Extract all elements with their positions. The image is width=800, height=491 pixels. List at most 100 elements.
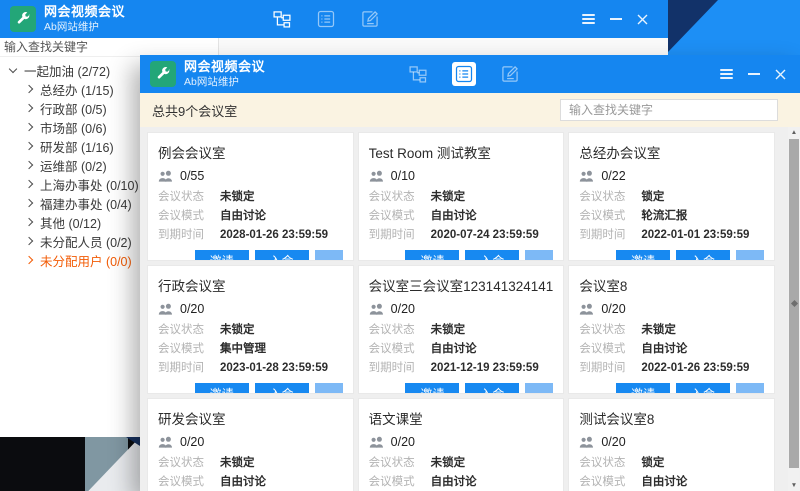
rooms-grid: 例会会议室 0/55 会议状态 未锁定 会议模式 自由讨论 到期时间 2028-… bbox=[148, 133, 774, 491]
chevron-right-icon[interactable] bbox=[25, 199, 33, 207]
room-actions: 邀请 入会 ... bbox=[369, 383, 554, 393]
more-button[interactable]: ... bbox=[736, 383, 764, 393]
app-logo bbox=[10, 6, 36, 32]
room-status-row: 会议状态 未锁定 bbox=[369, 454, 554, 473]
more-button[interactable]: ... bbox=[736, 250, 764, 260]
menu-icon[interactable] bbox=[720, 67, 733, 81]
app-subtitle: Ab网站维护 bbox=[184, 76, 265, 88]
invite-button[interactable]: 邀请 bbox=[195, 383, 249, 393]
room-expire-row: 到期时间 2028-01-26 23:59:59 bbox=[158, 226, 343, 245]
room-expire-row: 到期时间 2020-07-24 23:59:59 bbox=[369, 226, 554, 245]
room-status: 未锁定 bbox=[431, 321, 466, 340]
room-actions: 邀请 入会 ... bbox=[369, 250, 554, 260]
chevron-right-icon[interactable] bbox=[25, 104, 33, 112]
join-button[interactable]: 入会 bbox=[255, 250, 309, 260]
background-titlebar: 网会视频会议 Ab网站维护 bbox=[0, 0, 668, 38]
mode-label: 会议模式 bbox=[158, 340, 220, 359]
join-button[interactable]: 入会 bbox=[676, 383, 730, 393]
invite-button[interactable]: 邀请 bbox=[405, 383, 459, 393]
room-status: 未锁定 bbox=[641, 321, 676, 340]
list-view-icon-selected[interactable] bbox=[452, 62, 476, 86]
room-mode-row: 会议模式 自由讨论 bbox=[158, 207, 343, 226]
chevron-right-icon[interactable] bbox=[25, 123, 33, 131]
chevron-down-icon[interactable] bbox=[9, 64, 17, 72]
invite-button[interactable]: 邀请 bbox=[616, 383, 670, 393]
status-label: 会议状态 bbox=[369, 188, 431, 207]
members-icon bbox=[579, 170, 594, 183]
close-icon[interactable] bbox=[637, 14, 648, 25]
chevron-right-icon[interactable] bbox=[25, 256, 33, 264]
desktop-wallpaper-bottom-left bbox=[0, 437, 140, 491]
invite-button[interactable]: 邀请 bbox=[616, 250, 670, 260]
wrench-icon bbox=[155, 66, 172, 83]
invite-button[interactable]: 邀请 bbox=[195, 250, 249, 260]
tree-item-label: 总经办 (1/15) bbox=[40, 80, 114, 99]
members-icon bbox=[579, 436, 594, 449]
join-button[interactable]: 入会 bbox=[465, 250, 519, 260]
room-search-input[interactable] bbox=[560, 99, 778, 121]
room-expire: 2028-01-26 23:59:59 bbox=[220, 226, 328, 245]
edit-icon[interactable] bbox=[500, 64, 520, 84]
room-mode: 自由讨论 bbox=[641, 473, 687, 491]
members-icon bbox=[158, 303, 173, 316]
join-button[interactable]: 入会 bbox=[676, 250, 730, 260]
menu-icon[interactable] bbox=[582, 12, 595, 26]
room-mode: 自由讨论 bbox=[431, 207, 477, 226]
more-button[interactable]: ... bbox=[315, 250, 343, 260]
foreground-titlebar: 网会视频会议 Ab网站维护 bbox=[140, 55, 800, 93]
chevron-right-icon[interactable] bbox=[25, 218, 33, 226]
tree-search-input[interactable] bbox=[0, 39, 218, 57]
scroll-up-icon[interactable]: ▲ bbox=[788, 127, 800, 138]
room-mode-row: 会议模式 自由讨论 bbox=[579, 340, 764, 359]
toolbar bbox=[272, 0, 380, 38]
room-name: 行政会议室 bbox=[158, 275, 343, 295]
status-label: 会议状态 bbox=[158, 454, 220, 473]
room-count-summary: 总共9个会议室 bbox=[152, 101, 237, 120]
room-name: 测试会议室8 bbox=[579, 408, 764, 428]
status-label: 会议状态 bbox=[369, 454, 431, 473]
vertical-scrollbar[interactable]: ▲ ▼ bbox=[788, 127, 800, 491]
chevron-right-icon[interactable] bbox=[25, 85, 33, 93]
meeting-room-card: Test Room 测试教室 0/10 会议状态 未锁定 会议模式 自由讨论 到… bbox=[359, 133, 564, 260]
tree-item-label: 运维部 (0/2) bbox=[40, 156, 107, 175]
room-status: 未锁定 bbox=[220, 321, 255, 340]
room-occupancy-row: 0/20 bbox=[369, 435, 554, 449]
join-button[interactable]: 入会 bbox=[255, 383, 309, 393]
room-status: 锁定 bbox=[641, 454, 664, 473]
org-chart-icon[interactable] bbox=[272, 9, 292, 29]
room-mode: 自由讨论 bbox=[431, 340, 477, 359]
room-mode: 自由讨论 bbox=[431, 473, 477, 491]
room-status-row: 会议状态 未锁定 bbox=[369, 188, 554, 207]
tree-item-label: 福建办事处 (0/4) bbox=[40, 194, 132, 213]
room-expire: 2021-12-19 23:59:59 bbox=[431, 359, 539, 378]
meeting-room-card: 会议室8 0/20 会议状态 未锁定 会议模式 自由讨论 到期时间 2022-0… bbox=[569, 266, 774, 393]
list-view-icon[interactable] bbox=[316, 9, 336, 29]
room-occupancy-row: 0/20 bbox=[158, 302, 343, 316]
room-name: 例会会议室 bbox=[158, 142, 343, 162]
meeting-room-card: 总经办会议室 0/22 会议状态 锁定 会议模式 轮流汇报 到期时间 2022-… bbox=[569, 133, 774, 260]
chevron-right-icon[interactable] bbox=[25, 237, 33, 245]
room-actions: 邀请 入会 ... bbox=[579, 383, 764, 393]
members-icon bbox=[369, 303, 384, 316]
scroll-down-icon[interactable]: ▼ bbox=[788, 480, 800, 491]
chevron-right-icon[interactable] bbox=[25, 161, 33, 169]
app-title: 网会视频会议 bbox=[184, 60, 265, 75]
room-occupancy-row: 0/10 bbox=[369, 169, 554, 183]
chevron-right-icon[interactable] bbox=[25, 142, 33, 150]
app-subtitle: Ab网站维护 bbox=[44, 21, 125, 33]
minimize-icon[interactable] bbox=[610, 18, 622, 20]
close-icon[interactable] bbox=[775, 69, 786, 80]
org-chart-icon[interactable] bbox=[408, 64, 428, 84]
edit-icon[interactable] bbox=[360, 9, 380, 29]
mode-label: 会议模式 bbox=[579, 473, 641, 491]
more-button[interactable]: ... bbox=[525, 383, 553, 393]
minimize-icon[interactable] bbox=[748, 73, 760, 75]
scrollbar-thumb[interactable] bbox=[789, 139, 799, 468]
expire-label: 到期时间 bbox=[579, 226, 641, 245]
more-button[interactable]: ... bbox=[525, 250, 553, 260]
more-button[interactable]: ... bbox=[315, 383, 343, 393]
room-occupancy: 0/20 bbox=[180, 302, 204, 316]
chevron-right-icon[interactable] bbox=[25, 180, 33, 188]
join-button[interactable]: 入会 bbox=[465, 383, 519, 393]
invite-button[interactable]: 邀请 bbox=[405, 250, 459, 260]
